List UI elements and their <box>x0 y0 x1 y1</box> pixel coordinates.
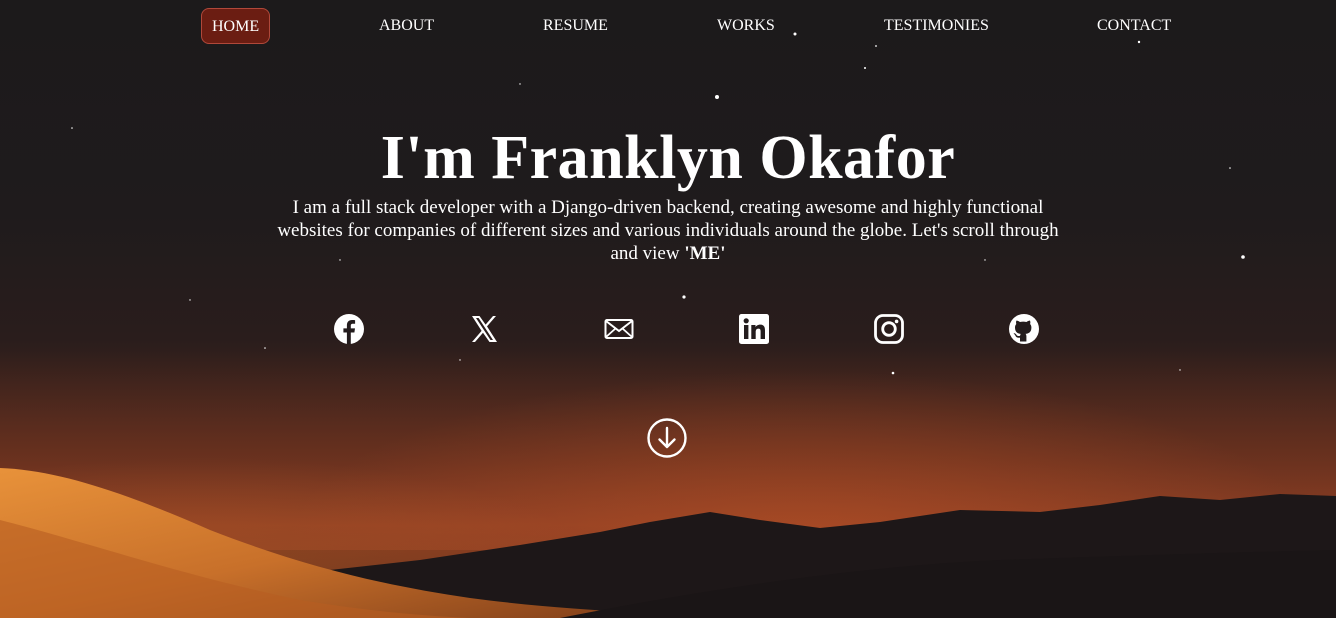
facebook-icon[interactable] <box>331 311 367 347</box>
nav-contact[interactable]: CONTACT <box>1097 8 1171 44</box>
nav-testimonies[interactable]: TESTIMONIES <box>884 8 989 44</box>
x-twitter-icon[interactable] <box>466 311 502 347</box>
nav-about[interactable]: ABOUT <box>379 8 434 44</box>
github-icon[interactable] <box>1006 311 1042 347</box>
nav-home[interactable]: HOME <box>201 8 270 44</box>
main-navigation: HOME ABOUT RESUME WORKS TESTIMONIES CONT… <box>0 0 1336 52</box>
hero-title: I'm Franklyn Okafor <box>380 124 956 192</box>
hero-intro-text: I am a full stack developer with a Djang… <box>277 197 1059 264</box>
hero-intro: I am a full stack developer with a Djang… <box>263 196 1073 265</box>
nav-resume[interactable]: RESUME <box>543 8 608 44</box>
envelope-icon[interactable] <box>601 311 637 347</box>
instagram-icon[interactable] <box>871 311 907 347</box>
desert-night-background <box>0 32 1336 618</box>
hero-section: HOME ABOUT RESUME WORKS TESTIMONIES CONT… <box>0 0 1336 618</box>
arrow-down-circle-icon[interactable] <box>646 417 688 459</box>
hero-intro-emphasis: 'ME' <box>684 243 726 264</box>
linkedin-icon[interactable] <box>736 311 772 347</box>
nav-works[interactable]: WORKS <box>717 8 775 44</box>
